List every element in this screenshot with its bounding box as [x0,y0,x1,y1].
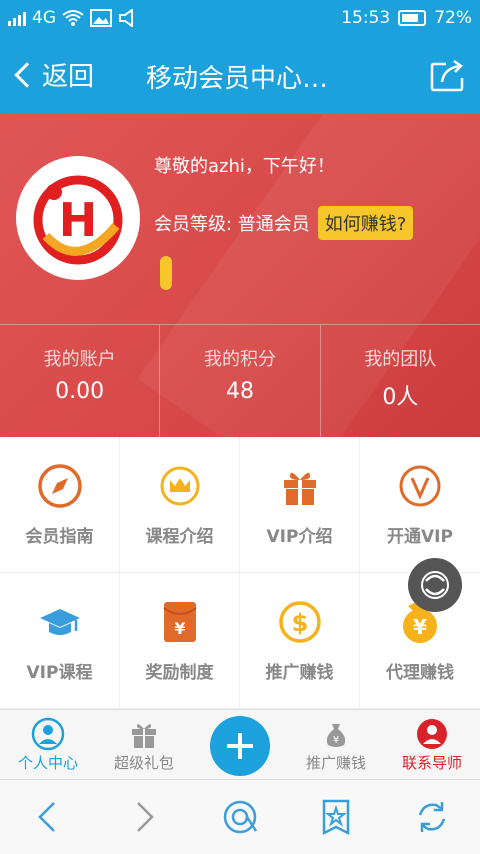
dollar-coin-icon: $ [278,601,321,643]
browser-home-icon[interactable] [220,797,260,837]
svg-text:¥: ¥ [174,619,185,638]
plus-icon [227,733,253,759]
svg-text:¥: ¥ [413,615,427,639]
bookmark-star-icon[interactable] [316,797,356,837]
svg-text:H: H [59,193,98,247]
back-button[interactable]: 返回 [10,56,94,93]
compass-icon [37,464,82,508]
red-envelope-icon: ¥ [162,602,197,642]
clock: 15:53 [341,8,391,28]
menu-label: VIP课程 [26,663,93,683]
stat-label: 我的账户 [43,349,116,370]
tab-personal-center[interactable]: 个人中心 [0,710,96,779]
member-level: 会员等级: 普通会员 如何赚钱? [154,206,414,240]
how-to-earn-button[interactable]: 如何赚钱? [317,206,414,240]
tab-label: 个人中心 [17,754,78,772]
menu-label: 代理赚钱 [386,663,454,683]
stats-row: 我的账户 0.00 我的积分 48 我的团队 0人 [0,324,480,437]
profile-header: H 尊敬的azhi，下午好！ 会员等级: 普通会员 如何赚钱? 我的账户 0.0… [0,114,480,437]
image-icon [90,9,112,27]
graduation-cap-icon [39,609,80,635]
greeting-text: 尊敬的azhi，下午好！ [154,156,335,177]
gift-icon [283,472,316,505]
signal-icon [8,10,26,26]
menu-item-member-guide[interactable]: 会员指南 [0,437,120,573]
svg-text:¥: ¥ [333,735,339,746]
chevron-left-icon [14,61,40,88]
menu-item-open-vip[interactable]: 开通VIP [360,437,480,573]
speaker-icon [119,9,133,27]
refresh-icon [421,571,449,599]
wifi-icon [62,10,84,26]
back-arrow-icon[interactable] [28,797,68,837]
money-bag-icon: ¥ [326,724,346,747]
menu-item-vip-course[interactable]: VIP课程 [0,573,120,709]
battery-level: 72% [434,8,472,28]
stat-label: 我的积分 [203,349,276,370]
stat-value: 0.00 [55,379,105,404]
stat-value: 48 [225,379,254,404]
avatar[interactable]: H [16,156,140,280]
menu-label: 课程介绍 [145,527,214,547]
svg-text:$: $ [291,609,308,637]
level-progress-bar [160,256,172,290]
menu-item-course-intro[interactable]: 课程介绍 [120,437,240,573]
stat-account[interactable]: 我的账户 0.00 [0,325,161,437]
tab-promote-earn[interactable]: ¥ 推广赚钱 [288,710,384,779]
tab-label: 超级礼包 [113,754,174,772]
menu-label: 开通VIP [387,527,453,547]
reload-icon[interactable] [412,797,452,837]
menu-label: 会员指南 [25,527,94,547]
add-button[interactable] [210,716,270,776]
menu-label: 推广赚钱 [265,663,334,683]
tab-label: 推广赚钱 [305,754,366,772]
user-circle-icon [31,717,65,751]
stat-value: 0人 [382,385,419,410]
nav-bar: 返回 移动会员中心… [0,38,480,114]
logo-icon: H [33,175,123,265]
network-type: 4G [32,8,56,28]
member-level-label: 会员等级: 普通会员 [154,214,310,235]
gift-icon [132,724,156,748]
menu-item-promote-earn[interactable]: $ 推广赚钱 [240,573,360,709]
tab-contact-mentor[interactable]: 联系导师 [384,710,480,779]
browser-toolbar [0,779,480,854]
menu-label: 奖励制度 [145,663,214,683]
battery-icon [398,10,427,26]
tab-super-gift[interactable]: 超级礼包 [96,710,192,779]
menu-label: VIP介绍 [266,527,333,547]
crown-icon [160,466,199,506]
page-title: 移动会员中心… [146,64,329,94]
share-icon[interactable] [430,58,466,92]
menu-item-reward-system[interactable]: ¥ 奖励制度 [120,573,240,709]
menu-item-vip-intro[interactable]: VIP介绍 [240,437,360,573]
stat-label: 我的团队 [364,349,437,370]
mentor-icon [417,719,447,749]
status-bar: 4G 15:53 72% [0,0,480,38]
stat-points[interactable]: 我的积分 48 [160,325,321,437]
back-label: 返回 [42,62,95,92]
tab-label: 联系导师 [401,754,462,772]
floating-refresh-button[interactable] [408,558,462,612]
menu-grid: 会员指南 课程介绍 VIP介绍 开通VIP VIP课程 ¥ 奖励制度 $ 推广赚… [0,437,480,709]
stat-team[interactable]: 我的团队 0人 [321,325,480,437]
tab-bar: 个人中心 超级礼包 ¥ 推广赚钱 联系导师 [0,709,480,779]
forward-arrow-icon[interactable] [124,797,164,837]
vip-icon [399,465,441,507]
